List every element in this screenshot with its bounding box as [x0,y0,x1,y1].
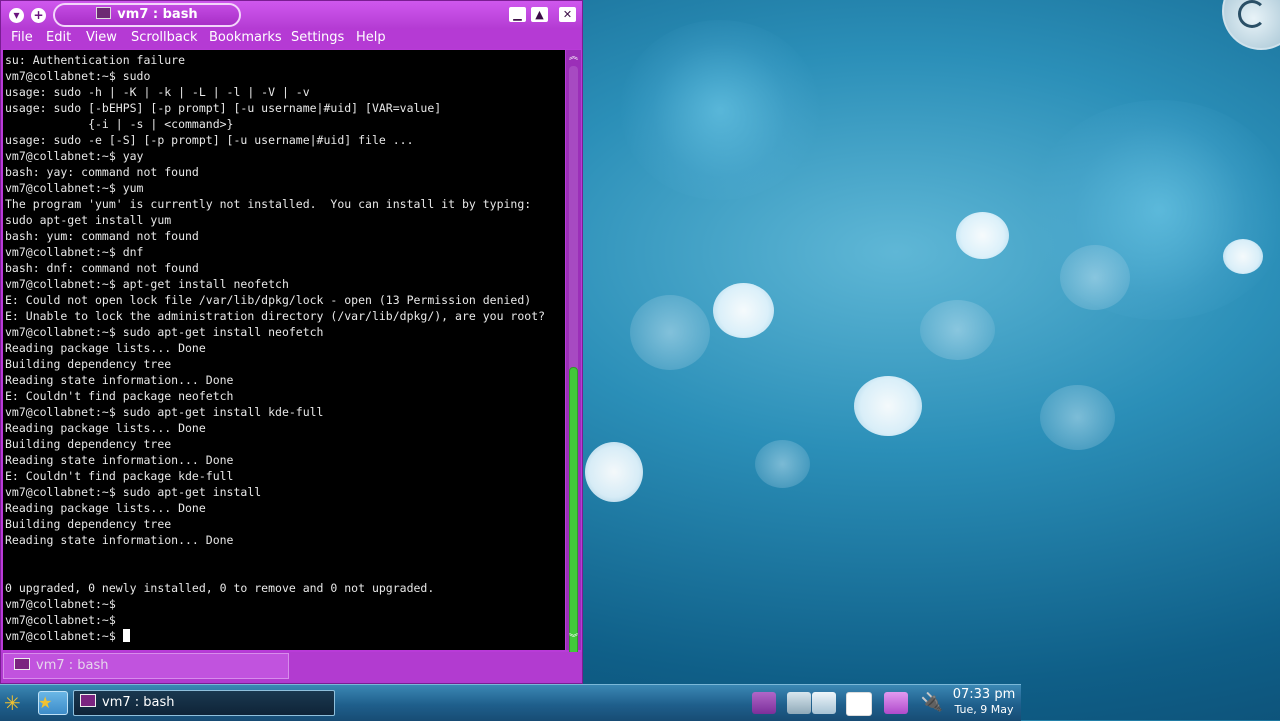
terminal-line: Reading state information... Done [5,373,234,387]
pager-icon[interactable] [787,692,811,714]
terminal-line: vm7@collabnet:~$ sudo apt-get install kd… [5,405,324,419]
menu-help[interactable]: Help [356,29,386,46]
terminal-line: vm7@collabnet:~$ yum [5,181,144,195]
terminal-icon [96,7,112,19]
desktop-bokeh [713,283,774,338]
terminal-line: usage: sudo [-bEHPS] [-p prompt] [-u use… [5,101,442,115]
network-plug-icon[interactable]: 🔌 [920,692,944,714]
session-tab-label: vm7 : bash [36,658,109,673]
device-notifier-icon[interactable] [884,692,908,714]
digital-clock[interactable]: 07:33 pm Tue, 9 May [948,687,1020,717]
text-cursor [122,629,130,642]
terminal-output[interactable]: su: Authentication failure vm7@collabnet… [3,50,565,650]
terminal-icon [80,694,96,707]
klipper-clipboard-icon[interactable] [846,692,872,716]
scroll-down-icon[interactable]: ︾ [568,634,579,644]
terminal-line: Building dependency tree [5,517,172,531]
desktop-bokeh [956,212,1009,259]
taskbar-task-label: vm7 : bash [102,695,175,710]
pager-active-icon[interactable] [812,692,836,714]
terminal-line: sudo apt-get install yum [5,213,172,227]
terminal-icon [14,658,30,670]
terminal-line: E: Couldn't find package neofetch [5,389,234,403]
desktop-bokeh [755,440,810,488]
menu-bookmarks[interactable]: Bookmarks [209,29,282,46]
desktop-bokeh [585,442,643,502]
terminal-line: vm7@collabnet:~$ [5,613,116,627]
terminal-text: su: Authentication failure vm7@collabnet… [3,50,565,644]
desktop-bokeh [1040,385,1115,450]
clock-time: 07:33 pm [952,687,1016,702]
terminal-line: bash: yay: command not found [5,165,199,179]
terminal-line: vm7@collabnet:~$ sudo apt-get install [5,485,262,499]
terminal-line: vm7@collabnet:~$ dnf [5,245,144,259]
titlebar[interactable]: ▾ + vm7 : bash ▁ ▲ ✕ [1,1,582,29]
desktop-bokeh [1060,245,1130,310]
clock-date: Tue, 9 May [954,703,1014,716]
terminal-line: bash: yum: command not found [5,229,199,243]
terminal-line: Reading package lists... Done [5,501,206,515]
desktop-bokeh [854,376,922,436]
terminal-line: vm7@collabnet:~$ sudo [5,69,151,83]
terminal-line: vm7@collabnet:~$ [5,597,116,611]
notes-icon[interactable] [752,692,776,714]
menu-edit[interactable]: Edit [46,29,71,46]
terminal-line: The program 'yum' is currently not insta… [5,197,532,211]
close-button[interactable]: ✕ [559,7,576,22]
scrollbar-thumb[interactable] [569,367,578,669]
terminal-line: vm7@collabnet:~$ yay [5,149,144,163]
terminal-line: E: Couldn't find package kde-full [5,469,234,483]
terminal-line: {-i | -s | <command>} [88,117,234,131]
terminal-line: bash: dnf: command not found [5,261,199,275]
terminal-prompt: vm7@collabnet:~$ [5,629,123,643]
menu-file[interactable]: File [11,29,33,46]
menubar: File Edit View Scrollback Bookmarks Sett… [1,29,582,49]
session-tabbar: vm7 : bash [1,652,582,683]
desktop-glow [620,20,820,200]
keep-above-icon[interactable]: + [31,8,46,23]
terminal-scrollbar[interactable]: ︽ ︾ [566,50,581,669]
terminal-line: usage: sudo -e [-S] [-p prompt] [-u user… [5,133,414,147]
terminal-line: Building dependency tree [5,357,172,371]
favorites-star-icon: ★ [38,693,53,712]
terminal-line: E: Could not open lock file /var/lib/dpk… [5,293,532,307]
terminal-line: E: Unable to lock the administration dir… [5,309,546,323]
desktop-bokeh [630,295,710,370]
taskbar-panel: ✳ ★ vm7 : bash 🔌 07:33 pm Tue, 9 May [0,684,1021,721]
desktop-bokeh [920,300,995,360]
terminal-line: vm7@collabnet:~$ apt-get install neofetc… [5,277,289,291]
scroll-up-icon[interactable]: ︽ [568,52,579,62]
window-menu-icon[interactable]: ▾ [9,8,24,23]
desktop-cashew-widget[interactable] [1222,0,1280,50]
terminal-line: Building dependency tree [5,437,172,451]
minimize-button[interactable]: ▁ [509,7,526,22]
menu-settings[interactable]: Settings [291,29,344,46]
terminal-line: Reading state information... Done [5,533,234,547]
terminal-line: vm7@collabnet:~$ sudo apt-get install ne… [5,325,324,339]
terminal-line: Reading package lists... Done [5,341,206,355]
session-tab[interactable]: vm7 : bash [3,653,289,679]
maximize-button[interactable]: ▲ [531,7,548,22]
terminal-line: Reading package lists... Done [5,421,206,435]
terminal-line: Reading state information... Done [5,453,234,467]
desktop-bokeh [1223,239,1263,274]
konsole-window: ▾ + vm7 : bash ▁ ▲ ✕ File Edit View Scro… [0,0,583,684]
terminal-line: 0 upgraded, 0 newly installed, 0 to remo… [5,581,435,595]
menu-scrollback[interactable]: Scrollback [131,29,198,46]
kickoff-launcher-icon[interactable]: ✳ [4,693,30,713]
terminal-line: usage: sudo -h | -K | -k | -L | -l | -V … [5,85,310,99]
taskbar-task-konsole[interactable]: vm7 : bash [73,690,335,716]
menu-view[interactable]: View [86,29,117,46]
window-title-text: vm7 : bash [117,7,198,22]
window-title: vm7 : bash [53,3,241,27]
terminal-line: su: Authentication failure [5,53,186,67]
